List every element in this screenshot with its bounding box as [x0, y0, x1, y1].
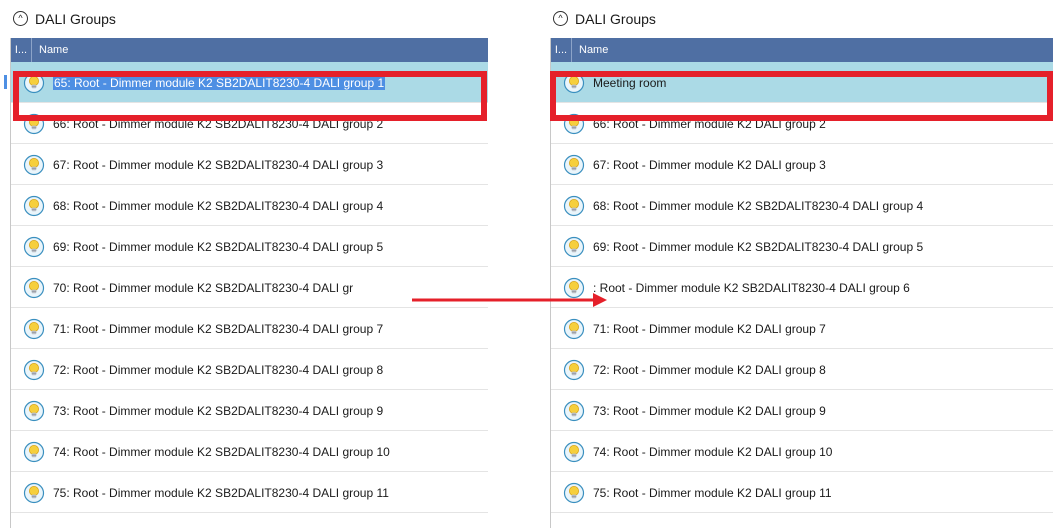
group-list: 65: Root - Dimmer module K2 SB2DALIT8230… — [4, 62, 488, 513]
group-row[interactable]: 67: Root - Dimmer module K2 SB2DALIT8230… — [11, 144, 488, 185]
group-name: 70: Root - Dimmer module K2 SB2DALIT8230… — [53, 281, 354, 295]
grid-header: I... Name — [11, 38, 488, 62]
group-name: 71: Root - Dimmer module K2 SB2DALIT8230… — [53, 322, 384, 336]
light-bulb-icon — [563, 277, 585, 299]
group-row[interactable]: 66: Root - Dimmer module K2 SB2DALIT8230… — [11, 103, 488, 144]
light-bulb-icon — [563, 236, 585, 258]
group-row[interactable]: 75: Root - Dimmer module K2 DALI group 1… — [551, 472, 1053, 513]
group-row[interactable]: 72: Root - Dimmer module K2 DALI group 8 — [551, 349, 1053, 390]
panel-title: DALI Groups — [35, 11, 116, 27]
group-row[interactable]: 72: Root - Dimmer module K2 SB2DALIT8230… — [11, 349, 488, 390]
light-bulb-icon — [23, 318, 45, 340]
group-name: 73: Root - Dimmer module K2 DALI group 9 — [593, 404, 826, 418]
column-header-name[interactable]: Name — [32, 44, 68, 56]
group-name: 68: Root - Dimmer module K2 SB2DALIT8230… — [593, 199, 924, 213]
group-name: 66: Root - Dimmer module K2 SB2DALIT8230… — [53, 117, 384, 131]
chevron-up-icon[interactable]: ^ — [13, 11, 28, 26]
group-name: 65: Root - Dimmer module K2 SB2DALIT8230… — [53, 76, 386, 90]
group-name: 74: Root - Dimmer module K2 SB2DALIT8230… — [53, 445, 390, 459]
group-name: 67: Root - Dimmer module K2 SB2DALIT8230… — [53, 158, 384, 172]
group-name: 75: Root - Dimmer module K2 SB2DALIT8230… — [53, 486, 389, 500]
group-row[interactable]: 75: Root - Dimmer module K2 SB2DALIT8230… — [11, 472, 488, 513]
group-row[interactable]: 74: Root - Dimmer module K2 SB2DALIT8230… — [11, 431, 488, 472]
panel-header: ^ DALI Groups — [0, 0, 488, 38]
light-bulb-icon — [563, 72, 585, 94]
light-bulb-icon — [23, 195, 45, 217]
group-name: 68: Root - Dimmer module K2 SB2DALIT8230… — [53, 199, 384, 213]
group-name: Meeting room — [593, 76, 667, 90]
group-name: 69: Root - Dimmer module K2 SB2DALIT8230… — [53, 240, 384, 254]
group-name: 74: Root - Dimmer module K2 DALI group 1… — [593, 445, 833, 459]
groups-grid: I... Name 65: Root - Dimmer module K2 SB… — [4, 38, 488, 528]
group-row[interactable]: 65: Root - Dimmer module K2 SB2DALIT8230… — [4, 62, 488, 103]
light-bulb-icon — [563, 195, 585, 217]
light-bulb-icon — [23, 482, 45, 504]
light-bulb-icon — [563, 318, 585, 340]
group-row[interactable]: : Root - Dimmer module K2 SB2DALIT8230-4… — [551, 267, 1053, 308]
panel-header: ^ DALI Groups — [540, 0, 1053, 38]
group-name: 69: Root - Dimmer module K2 SB2DALIT8230… — [593, 240, 924, 254]
group-row[interactable]: 73: Root - Dimmer module K2 SB2DALIT8230… — [11, 390, 488, 431]
group-row[interactable]: 73: Root - Dimmer module K2 DALI group 9 — [551, 390, 1053, 431]
column-header-icon[interactable]: I... — [11, 38, 32, 62]
group-row[interactable]: 71: Root - Dimmer module K2 SB2DALIT8230… — [11, 308, 488, 349]
group-list: Meeting room 66: Root - Dimmer module K2 … — [551, 62, 1053, 513]
group-name: 72: Root - Dimmer module K2 SB2DALIT8230… — [53, 363, 384, 377]
light-bulb-icon — [23, 400, 45, 422]
light-bulb-icon — [563, 400, 585, 422]
group-row[interactable]: 69: Root - Dimmer module K2 SB2DALIT8230… — [551, 226, 1053, 267]
chevron-up-icon[interactable]: ^ — [553, 11, 568, 26]
light-bulb-icon — [563, 482, 585, 504]
light-bulb-icon — [23, 359, 45, 381]
column-header-icon[interactable]: I... — [551, 38, 572, 62]
light-bulb-icon — [563, 359, 585, 381]
light-bulb-icon — [23, 441, 45, 463]
group-row[interactable]: 67: Root - Dimmer module K2 DALI group 3 — [551, 144, 1053, 185]
grid-header: I... Name — [551, 38, 1053, 62]
group-name: 67: Root - Dimmer module K2 DALI group 3 — [593, 158, 826, 172]
groups-grid: I... Name Meeting room 66: Root - Dimmer … — [550, 38, 1053, 528]
group-name: 72: Root - Dimmer module K2 DALI group 8 — [593, 363, 826, 377]
group-row[interactable]: 66: Root - Dimmer module K2 DALI group 2 — [551, 103, 1053, 144]
light-bulb-icon — [23, 154, 45, 176]
dali-groups-panel-right: ^ DALI Groups I... Name Meeting room 66: … — [540, 0, 1053, 528]
column-header-name[interactable]: Name — [572, 44, 608, 56]
light-bulb-icon — [23, 236, 45, 258]
group-row[interactable]: 68: Root - Dimmer module K2 SB2DALIT8230… — [11, 185, 488, 226]
group-name: 75: Root - Dimmer module K2 DALI group 1… — [593, 486, 832, 500]
group-row[interactable]: 69: Root - Dimmer module K2 SB2DALIT8230… — [11, 226, 488, 267]
group-row[interactable]: 70: Root - Dimmer module K2 SB2DALIT8230… — [11, 267, 488, 308]
group-row[interactable]: Meeting room — [551, 62, 1053, 103]
light-bulb-icon — [23, 113, 45, 135]
light-bulb-icon — [23, 72, 45, 94]
light-bulb-icon — [563, 154, 585, 176]
panel-title: DALI Groups — [575, 11, 656, 27]
dali-groups-panel-left: ^ DALI Groups I... Name 65: Root - Dimme… — [0, 0, 488, 528]
group-row[interactable]: 68: Root - Dimmer module K2 SB2DALIT8230… — [551, 185, 1053, 226]
group-name: 66: Root - Dimmer module K2 DALI group 2 — [593, 117, 826, 131]
group-name: 71: Root - Dimmer module K2 DALI group 7 — [593, 322, 826, 336]
group-row[interactable]: 71: Root - Dimmer module K2 DALI group 7 — [551, 308, 1053, 349]
group-row[interactable]: 74: Root - Dimmer module K2 DALI group 1… — [551, 431, 1053, 472]
row-focus-marker — [4, 75, 7, 89]
group-name: : Root - Dimmer module K2 SB2DALIT8230-4… — [593, 281, 910, 295]
light-bulb-icon — [563, 441, 585, 463]
light-bulb-icon — [23, 277, 45, 299]
group-name: 73: Root - Dimmer module K2 SB2DALIT8230… — [53, 404, 384, 418]
light-bulb-icon — [563, 113, 585, 135]
